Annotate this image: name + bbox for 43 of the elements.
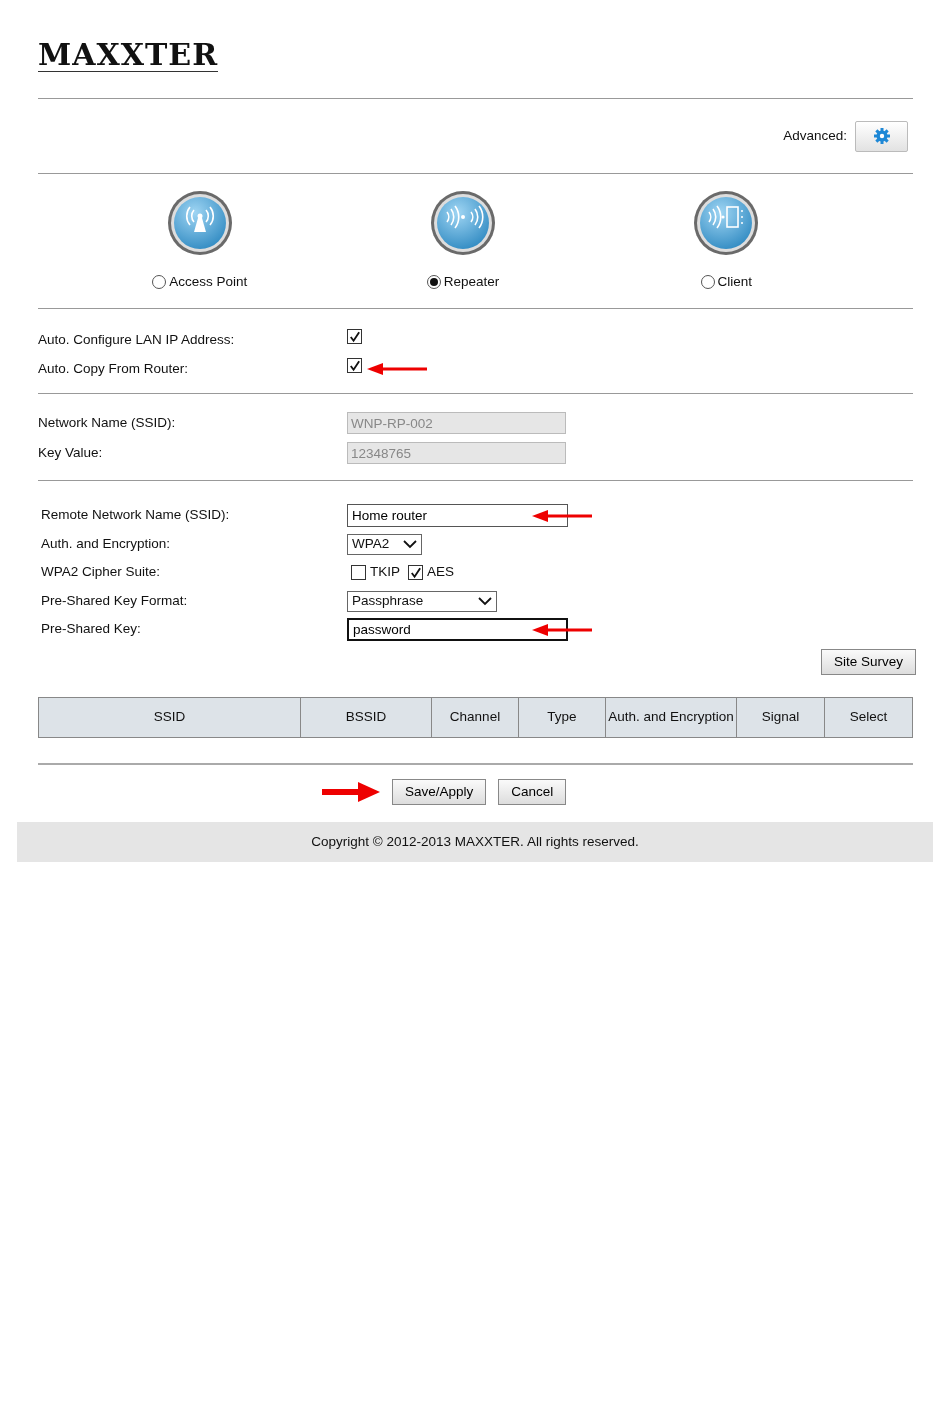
dropdown[interactable]: Passphrase <box>347 590 497 612</box>
mode-radio[interactable]: Access Point <box>152 272 248 293</box>
input-field[interactable]: password <box>347 618 568 641</box>
chevron-icon <box>478 596 492 606</box>
action-button[interactable]: Cancel <box>498 779 567 806</box>
check-icon <box>409 565 422 580</box>
dropdown[interactable]: WPA2 <box>347 533 422 555</box>
input-field[interactable]: Home router <box>347 504 568 527</box>
column-header: Channel <box>431 697 519 738</box>
setting-label: Auto. Copy From Router: <box>38 359 190 378</box>
mode-icon <box>166 190 233 256</box>
checkbox-option[interactable]: AES <box>408 562 455 583</box>
field-label: Network Name (SSID): <box>38 414 177 433</box>
column-header: Signal <box>736 697 825 738</box>
column-header: Select <box>824 697 913 738</box>
copyright-text: Copyright © 2012-2013 MAXXTER. All rights reserved. <box>311 833 639 852</box>
check-icon <box>348 358 361 373</box>
advanced-label: Advanced: <box>783 126 847 145</box>
field-label: Key Value: <box>38 444 104 463</box>
check-icon <box>348 329 361 344</box>
column-header: Auth. and Encryption <box>605 697 737 738</box>
checkbox[interactable] <box>347 358 362 374</box>
mode-icon <box>693 190 760 256</box>
field-label: Pre-Shared Key Format: <box>41 591 189 610</box>
checkbox-option[interactable]: TKIP <box>351 562 400 583</box>
field-label: Pre-Shared Key: <box>41 620 142 639</box>
logo: MAXXTER <box>38 40 219 72</box>
action-button[interactable]: Save/Apply <box>392 779 487 806</box>
site-survey-button[interactable]: Site Survey <box>820 648 916 675</box>
gear-icon <box>872 127 891 145</box>
settings-button[interactable] <box>855 120 908 152</box>
mode-icon <box>430 190 496 256</box>
column-header: SSID <box>38 697 301 738</box>
mode-radio[interactable]: Client <box>700 272 753 293</box>
mode-radio[interactable]: Repeater <box>426 272 500 293</box>
field-label: Auth. and Encryption: <box>41 534 172 553</box>
chevron-icon <box>403 539 417 549</box>
setting-label: Auto. Configure LAN IP Address: <box>38 330 236 349</box>
column-header: BSSID <box>300 697 432 738</box>
field-label: WPA2 Cipher Suite: <box>41 563 162 582</box>
checkbox[interactable] <box>347 329 362 345</box>
column-header: Type <box>518 697 606 738</box>
field-label: Remote Network Name (SSID): <box>41 506 231 525</box>
